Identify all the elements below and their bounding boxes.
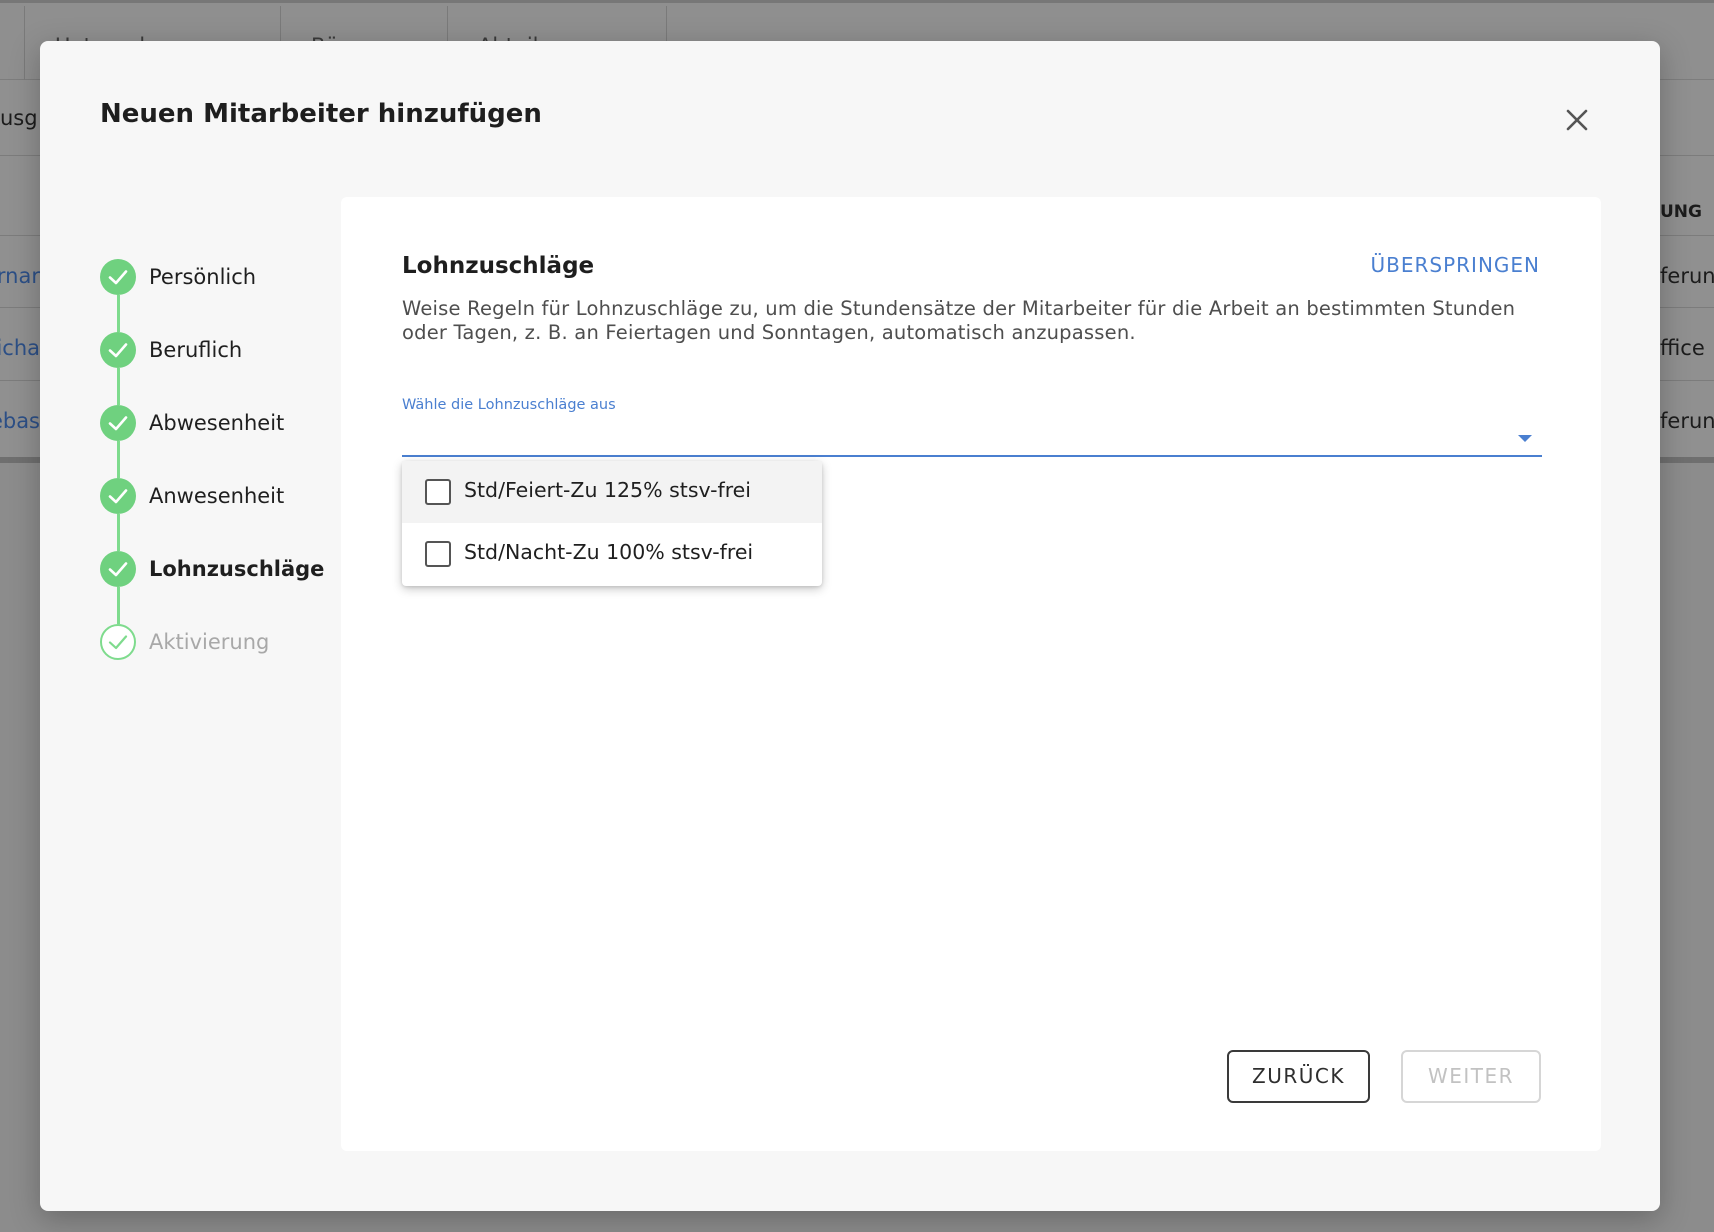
- step-label: Abwesenheit: [149, 411, 285, 435]
- step-done-check-icon: [100, 478, 136, 514]
- section-description: Weise Regeln für Lohnzuschläge zu, um di…: [402, 297, 1516, 344]
- step-label: Anwesenheit: [149, 484, 285, 508]
- close-button[interactable]: [1560, 103, 1594, 137]
- step-professional[interactable]: Beruflich: [100, 332, 360, 372]
- dropdown-option[interactable]: Std/Feiert-Zu 125% stsv-frei: [402, 461, 822, 523]
- option-label: Std/Feiert-Zu 125% stsv-frei: [464, 478, 751, 502]
- wage-supplement-dropdown-menu: Std/Feiert-Zu 125% stsv-frei Std/Nacht-Z…: [402, 461, 822, 586]
- background-cell: rnar: [0, 264, 40, 288]
- step-personal[interactable]: Persönlich: [100, 259, 360, 299]
- stepper-connector: [117, 295, 120, 332]
- step-wage-supplements[interactable]: Lohnzuschläge: [100, 551, 360, 591]
- background-cell: ebas: [0, 409, 40, 433]
- step-label-pending: Aktivierung: [149, 630, 270, 654]
- checkbox[interactable]: [425, 479, 451, 505]
- option-label: Std/Nacht-Zu 100% stsv-frei: [464, 540, 754, 564]
- background-cell: icha: [0, 336, 40, 360]
- background-cell: ferun: [1660, 264, 1714, 288]
- step-activation: Aktivierung: [100, 624, 360, 664]
- stepper-connector: [117, 368, 120, 405]
- step-content-card: Lohnzuschläge ÜBERSPRINGEN Weise Regeln …: [341, 197, 1601, 1151]
- select-label: Wähle die Lohnzuschläge aus: [402, 397, 616, 413]
- dialog-title: Neuen Mitarbeiter hinzufügen: [100, 99, 542, 129]
- step-label: Beruflich: [149, 338, 243, 362]
- background-cell: ferun: [1660, 409, 1714, 433]
- step-absence[interactable]: Abwesenheit: [100, 405, 360, 445]
- step-done-check-icon: [100, 259, 136, 295]
- back-button[interactable]: ZURÜCK: [1227, 1050, 1370, 1103]
- step-done-check-icon: [100, 551, 136, 587]
- background-column-header: UNG: [1660, 202, 1702, 222]
- wage-supplement-select[interactable]: [402, 421, 1542, 457]
- checkbox[interactable]: [425, 541, 451, 567]
- dropdown-option[interactable]: Std/Nacht-Zu 100% stsv-frei: [402, 523, 822, 585]
- caret-down-icon: [1518, 435, 1532, 442]
- stepper-connector: [117, 587, 120, 624]
- section-title: Lohnzuschläge: [402, 253, 595, 279]
- skip-button[interactable]: ÜBERSPRINGEN: [1371, 253, 1541, 277]
- step-done-check-icon: [100, 405, 136, 441]
- step-attendance[interactable]: Anwesenheit: [100, 478, 360, 518]
- background-cell: usg: [0, 106, 38, 130]
- next-button[interactable]: WEITER: [1401, 1050, 1541, 1103]
- close-icon: [1566, 109, 1588, 131]
- stepper-connector: [117, 441, 120, 478]
- add-employee-dialog: Neuen Mitarbeiter hinzufügen Persönlich …: [40, 41, 1660, 1211]
- step-label: Persönlich: [149, 265, 257, 289]
- step-label-active: Lohnzuschläge: [149, 557, 325, 581]
- background-cell: ffice: [1660, 336, 1705, 360]
- step-pending-check-icon: [100, 624, 136, 660]
- step-done-check-icon: [100, 332, 136, 368]
- stepper-connector: [117, 514, 120, 551]
